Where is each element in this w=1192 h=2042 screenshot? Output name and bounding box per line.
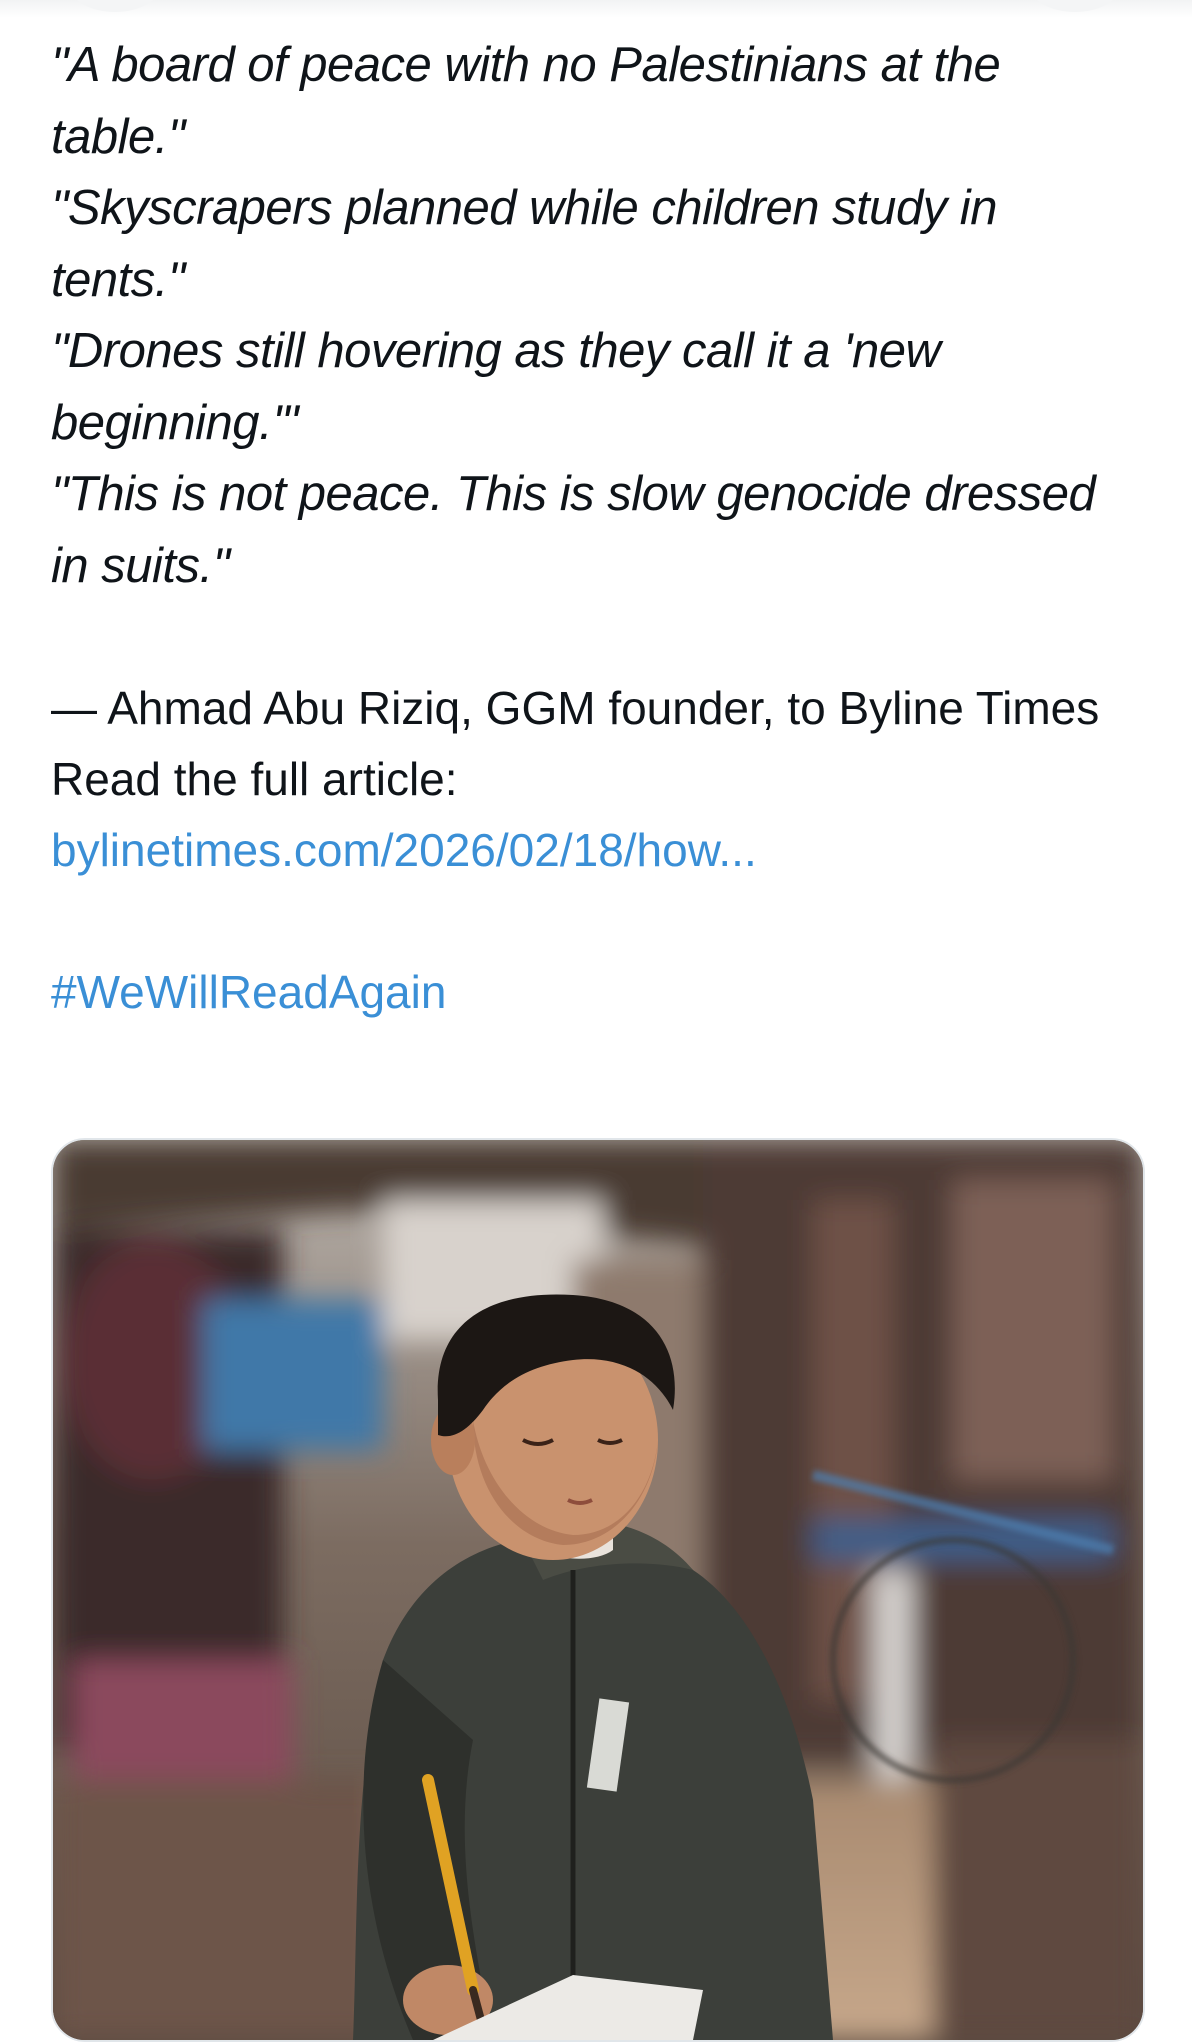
article-link[interactable]: bylinetimes.com/2026/02/18/how...: [51, 815, 1151, 886]
quote-line: "Skyscrapers planned while children stud…: [51, 181, 997, 307]
photo-illustration: [53, 1140, 1143, 2040]
quote-line: "This is not peace. This is slow genocid…: [51, 467, 1096, 593]
quote-list: "A board of peace with no Palestinians a…: [51, 30, 1151, 602]
read-full-label: Read the full article:: [51, 753, 458, 805]
tweet-body: "A board of peace with no Palestinians a…: [51, 30, 1151, 1028]
quote-line: "A board of peace with no Palestinians a…: [51, 38, 1001, 164]
quote-attribution: — Ahmad Abu Riziq, GGM founder, to Bylin…: [51, 682, 1100, 734]
quote-line: "Drones still hovering as they call it a…: [51, 324, 941, 450]
hashtag-link[interactable]: #WeWillReadAgain: [51, 957, 1151, 1028]
tweet-photo[interactable]: [51, 1138, 1145, 2042]
top-scroll-shadow: [0, 0, 1192, 18]
